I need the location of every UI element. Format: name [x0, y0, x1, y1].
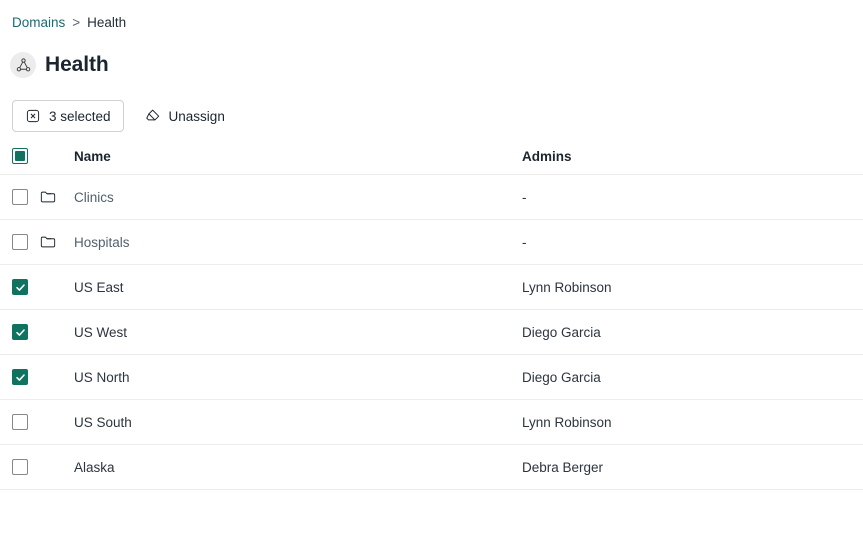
- table-row[interactable]: Clinics-: [0, 175, 863, 220]
- table-row[interactable]: Hospitals-: [0, 220, 863, 265]
- row-select-cell: [12, 324, 39, 340]
- breadcrumb-link-domains[interactable]: Domains: [12, 13, 65, 33]
- row-select-cell: [12, 369, 39, 385]
- row-admins: -: [522, 190, 863, 205]
- breadcrumb: Domains > Health: [12, 13, 126, 33]
- select-all-checkbox[interactable]: [12, 148, 28, 164]
- command-bar: 3 selected Unassign: [12, 100, 234, 132]
- row-admins: -: [522, 235, 863, 250]
- page-title: Health: [45, 53, 109, 77]
- selection-count-button[interactable]: 3 selected: [12, 100, 124, 132]
- row-checkbox[interactable]: [12, 234, 28, 250]
- table-header-row: Name Admins: [0, 138, 863, 175]
- row-checkbox[interactable]: [12, 324, 28, 340]
- row-name[interactable]: US East: [74, 280, 522, 295]
- folder-icon: [39, 233, 64, 251]
- row-admins: Lynn Robinson: [522, 280, 863, 295]
- row-name[interactable]: Hospitals: [74, 235, 522, 250]
- domains-table: Name Admins Clinics-Hospitals-US EastLyn…: [0, 138, 863, 490]
- dismiss-box-icon: [25, 108, 41, 124]
- unassign-label: Unassign: [169, 109, 225, 124]
- breadcrumb-current-health: Health: [87, 13, 126, 33]
- row-admins: Lynn Robinson: [522, 415, 863, 430]
- row-name[interactable]: Clinics: [74, 190, 522, 205]
- row-checkbox[interactable]: [12, 459, 28, 475]
- table-row[interactable]: US WestDiego Garcia: [0, 310, 863, 355]
- row-admins: Diego Garcia: [522, 370, 863, 385]
- page-title-row: Health: [10, 52, 109, 78]
- row-name[interactable]: US South: [74, 415, 522, 430]
- row-select-cell: [12, 234, 39, 250]
- folder-icon: [39, 188, 64, 206]
- breadcrumb-separator: >: [72, 13, 80, 33]
- eraser-icon: [145, 108, 161, 124]
- row-name[interactable]: US West: [74, 325, 522, 340]
- selection-count-label: 3 selected: [49, 109, 111, 124]
- row-select-cell: [12, 414, 39, 430]
- row-admins: Diego Garcia: [522, 325, 863, 340]
- table-row[interactable]: AlaskaDebra Berger: [0, 445, 863, 490]
- table-row[interactable]: US SouthLynn Robinson: [0, 400, 863, 445]
- row-admins: Debra Berger: [522, 460, 863, 475]
- unassign-button[interactable]: Unassign: [136, 100, 234, 132]
- table-row[interactable]: US NorthDiego Garcia: [0, 355, 863, 400]
- table-row[interactable]: US EastLynn Robinson: [0, 265, 863, 310]
- row-checkbox[interactable]: [12, 369, 28, 385]
- row-name[interactable]: Alaska: [74, 460, 522, 475]
- row-name[interactable]: US North: [74, 370, 522, 385]
- row-select-cell: [12, 279, 39, 295]
- row-select-cell: [12, 189, 39, 205]
- domain-group-icon: [10, 52, 36, 78]
- row-checkbox[interactable]: [12, 189, 28, 205]
- column-header-admins[interactable]: Admins: [522, 149, 863, 164]
- table-body: Clinics-Hospitals-US EastLynn RobinsonUS…: [0, 175, 863, 490]
- row-checkbox[interactable]: [12, 414, 28, 430]
- column-header-name[interactable]: Name: [74, 149, 522, 164]
- row-select-cell: [12, 459, 39, 475]
- select-all-cell: [12, 148, 39, 164]
- row-checkbox[interactable]: [12, 279, 28, 295]
